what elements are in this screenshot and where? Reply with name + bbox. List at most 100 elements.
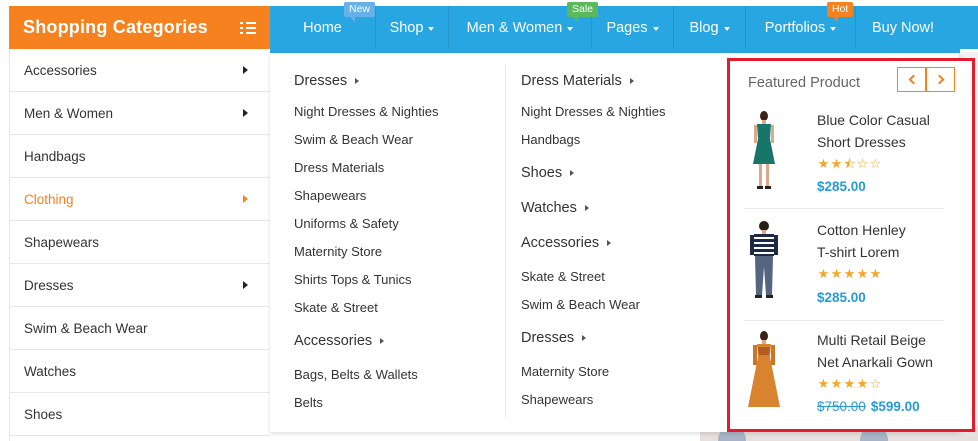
product-image[interactable] [742, 329, 786, 411]
star-filled-icon: ★ [856, 376, 869, 391]
divider [744, 208, 944, 209]
category-sidebar: Accessories Men & Women Handbags Clothin… [9, 49, 270, 441]
rating-stars: ★★★★☆ [817, 377, 882, 390]
product-name-line: Short Dresses [817, 134, 906, 150]
menu-heading-accessories[interactable]: Accessories [521, 235, 612, 251]
chevron-right-icon [243, 109, 248, 117]
sidebar-item-clothing[interactable]: Clothing [10, 178, 270, 221]
menu-link[interactable]: Bags, Belts & Wallets [294, 367, 418, 382]
menu-heading-shoes[interactable]: Shoes [521, 165, 575, 181]
sidebar-item-handbags[interactable]: Handbags [10, 135, 270, 178]
star-empty-icon: ☆ [869, 156, 882, 171]
sidebar-item-label: Dresses [24, 277, 74, 293]
featured-product-panel: Featured Product Blue Color Casual Short… [727, 58, 975, 432]
star-filled-icon: ★ [869, 266, 882, 281]
menu-link[interactable]: Maternity Store [521, 364, 609, 379]
menu-heading-label: Dresses [294, 73, 348, 89]
product-name[interactable]: Cotton Henley T-shirt Lorem [817, 219, 967, 263]
rating-stars: ★★★★★ [817, 267, 882, 280]
menu-link[interactable]: Swim & Beach Wear [521, 297, 640, 312]
menu-heading-accessories[interactable]: Accessories [294, 333, 385, 349]
nav-pages[interactable]: Pages [592, 6, 674, 49]
star-half-icon: ⯪ [843, 156, 856, 171]
chevron-right-icon [380, 338, 385, 344]
sidebar-item-label: Swim & Beach Wear [24, 320, 148, 336]
sidebar-item-watches[interactable]: Watches [10, 350, 270, 393]
sidebar-item-shoes[interactable]: Shoes [10, 393, 270, 436]
sidebar-item-label: Watches [24, 363, 77, 379]
star-filled-icon: ★ [856, 266, 869, 281]
menu-heading-dress-materials[interactable]: Dress Materials [521, 73, 634, 89]
product-price: $750.00 $599.00 [817, 399, 920, 414]
star-filled-icon: ★ [817, 376, 830, 391]
chevron-right-icon [243, 195, 248, 203]
star-empty-icon: ☆ [869, 376, 882, 391]
chevron-right-icon [582, 335, 587, 341]
price-current: $285.00 [817, 179, 866, 194]
featured-product-item[interactable]: Multi Retail Beige Net Anarkali Gown ★★★… [730, 323, 972, 431]
sidebar-item-label: Men & Women [24, 105, 114, 121]
chevron-right-icon [584, 205, 589, 211]
sidebar-item-accessories[interactable]: Accessories [10, 49, 270, 92]
product-image[interactable] [742, 219, 786, 301]
chevron-left-icon [908, 74, 918, 85]
menu-heading-dresses[interactable]: Dresses [294, 73, 360, 89]
star-filled-icon: ★ [843, 376, 856, 391]
menu-link[interactable]: Skate & Street [294, 300, 378, 315]
sidebar-item-swim-beach-wear[interactable]: Swim & Beach Wear [10, 307, 270, 350]
menu-link[interactable]: Swim & Beach Wear [294, 132, 413, 147]
featured-product-item[interactable]: Cotton Henley T-shirt Lorem ★★★★★ $285.0… [730, 211, 972, 321]
nav-portfolios-label: Portfolios [764, 19, 826, 36]
list-icon[interactable] [240, 21, 256, 34]
nav-shop[interactable]: Shop [376, 6, 449, 49]
star-filled-icon: ★ [817, 266, 830, 281]
chevron-down-icon [723, 26, 730, 31]
star-empty-icon: ☆ [856, 156, 869, 171]
sidebar-item-label: Accessories [24, 62, 97, 78]
menu-link[interactable]: Uniforms & Safety [294, 216, 399, 231]
menu-link[interactable]: Belts [294, 395, 323, 410]
nav-buy-now[interactable]: Buy Now! [856, 6, 950, 49]
nav-pages-label: Pages [606, 19, 648, 36]
chevron-down-icon [567, 26, 574, 31]
menu-link[interactable]: Shirts Tops & Tunics [294, 272, 412, 287]
chevron-right-icon [355, 78, 360, 84]
product-name[interactable]: Multi Retail Beige Net Anarkali Gown [817, 329, 967, 373]
menu-link[interactable]: Night Dresses & Nighties [521, 104, 666, 119]
menu-link[interactable]: Shapewears [521, 392, 593, 407]
menu-heading-label: Dress Materials [521, 73, 622, 89]
product-image[interactable] [742, 109, 786, 191]
hot-badge: Hot [827, 2, 854, 22]
sidebar-item-shapewears[interactable]: Shapewears [10, 221, 270, 264]
product-name[interactable]: Blue Color Casual Short Dresses [817, 109, 967, 153]
featured-product-item[interactable]: Blue Color Casual Short Dresses ★★⯪☆☆ $2… [730, 101, 972, 209]
menu-link[interactable]: Shapewears [294, 188, 366, 203]
nav-men-women[interactable]: Men & Women Sale [449, 2, 599, 49]
next-button[interactable] [926, 67, 955, 92]
previous-button[interactable] [897, 67, 926, 92]
star-filled-icon: ★ [843, 266, 856, 281]
chevron-right-icon [607, 240, 612, 246]
column-divider [505, 65, 506, 417]
sidebar-item-label: Shoes [24, 406, 63, 422]
shopping-categories-header[interactable]: Shopping Categories [9, 6, 270, 49]
nav-blog[interactable]: Blog [674, 6, 746, 49]
menu-link[interactable]: Skate & Street [521, 269, 605, 284]
rating-stars: ★★⯪☆☆ [817, 157, 882, 170]
chevron-down-icon [428, 26, 435, 31]
menu-link[interactable]: Maternity Store [294, 244, 382, 259]
menu-heading-watches[interactable]: Watches [521, 200, 589, 216]
menu-link[interactable]: Handbags [521, 132, 580, 147]
product-name-line: Blue Color Casual [817, 112, 930, 128]
price-current: $285.00 [817, 290, 866, 305]
sidebar-item-men-women[interactable]: Men & Women [10, 92, 270, 135]
sidebar-item-label: Handbags [24, 148, 86, 164]
sidebar-item-label: Clothing [24, 191, 74, 207]
sidebar-item-dresses[interactable]: Dresses [10, 264, 270, 307]
nav-portfolios[interactable]: Portfolios Hot [746, 2, 856, 49]
menu-heading-dresses[interactable]: Dresses [521, 330, 587, 346]
menu-link[interactable]: Dress Materials [294, 160, 384, 175]
nav-home[interactable]: Home New [270, 2, 376, 49]
product-name-line: Net Anarkali Gown [817, 354, 933, 370]
menu-link[interactable]: Night Dresses & Nighties [294, 104, 439, 119]
